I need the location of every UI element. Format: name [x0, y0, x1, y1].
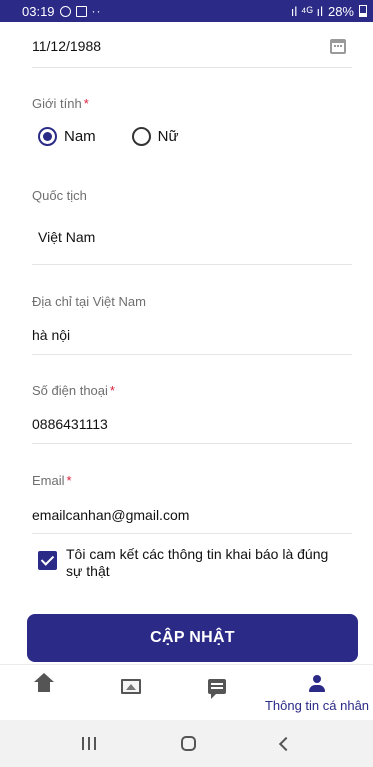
update-button[interactable]: CẬP NHẬT: [27, 614, 358, 662]
home-icon: [34, 673, 54, 695]
gender-option-label: Nữ: [157, 128, 179, 145]
gender-option-label: Nam: [64, 128, 96, 145]
nav-item-home[interactable]: [0, 665, 88, 721]
divider: [32, 443, 352, 444]
image-icon: [120, 679, 141, 694]
commitment-checkbox-row[interactable]: Tôi cam kết các thông tin khai báo là đú…: [38, 546, 358, 580]
status-time: 03:19: [22, 3, 55, 19]
nationality-label: Quốc tịch: [32, 188, 87, 203]
signal-icon: ıl ⁴ᴳ ıl: [290, 3, 323, 19]
recents-icon[interactable]: [82, 737, 97, 750]
nav-item-gallery[interactable]: [88, 665, 173, 721]
divider: [32, 67, 352, 68]
notification-icon: [75, 5, 87, 17]
gender-option-female[interactable]: Nữ: [131, 127, 179, 146]
commitment-text: Tôi cam kết các thông tin khai báo là đú…: [66, 546, 329, 579]
divider: [32, 354, 352, 355]
message-icon: [208, 679, 226, 699]
checkbox-checked-icon[interactable]: [38, 551, 57, 570]
gender-field: Giới tính *: [32, 95, 352, 113]
nationality-value: Việt Nam: [38, 229, 96, 245]
email-field[interactable]: Email * emailcanhan@gmail.com: [32, 472, 352, 534]
gender-label: Giới tính *: [32, 96, 89, 111]
status-bar: 03:19 ·· ıl ⁴ᴳ ıl 28%: [0, 0, 373, 22]
email-label: Email *: [32, 473, 72, 488]
system-nav-bar: [0, 720, 373, 767]
battery-icon: [359, 5, 367, 17]
address-field[interactable]: Địa chỉ tại Việt Nam hà nội: [32, 293, 352, 355]
phone-field[interactable]: Số điện thoại * 0886431113: [32, 382, 352, 444]
divider: [32, 533, 352, 534]
viber-icon: [59, 5, 71, 17]
back-icon[interactable]: [278, 736, 293, 751]
nationality-field[interactable]: Quốc tịch Việt Nam: [32, 187, 352, 265]
calendar-icon[interactable]: [330, 39, 346, 54]
nav-label-personal-info: Thông tin cá nhân: [264, 698, 370, 713]
address-label: Địa chỉ tại Việt Nam: [32, 294, 146, 309]
bottom-nav: Thông tin cá nhân: [0, 664, 373, 720]
user-icon: [309, 675, 325, 693]
phone-label: Số điện thoại *: [32, 383, 115, 398]
home-button-icon[interactable]: [180, 736, 196, 751]
divider: [32, 264, 352, 265]
dob-field[interactable]: 11/12/1988: [32, 22, 352, 68]
nav-item-messages[interactable]: [173, 665, 261, 721]
more-notifications-icon: ··: [91, 4, 102, 18]
gender-radio-group: Nam Nữ: [38, 127, 215, 146]
gender-option-male[interactable]: Nam: [38, 127, 96, 146]
address-input[interactable]: hà nội: [32, 327, 70, 343]
phone-input[interactable]: 0886431113: [32, 416, 108, 432]
radio-checked-icon[interactable]: [38, 127, 57, 146]
dob-value: 11/12/1988: [32, 38, 102, 54]
battery-percent: 28%: [327, 3, 354, 19]
radio-unchecked-icon[interactable]: [131, 127, 151, 146]
nav-item-personal-info[interactable]: Thông tin cá nhân: [261, 665, 373, 721]
email-input[interactable]: emailcanhan@gmail.com: [32, 507, 189, 523]
